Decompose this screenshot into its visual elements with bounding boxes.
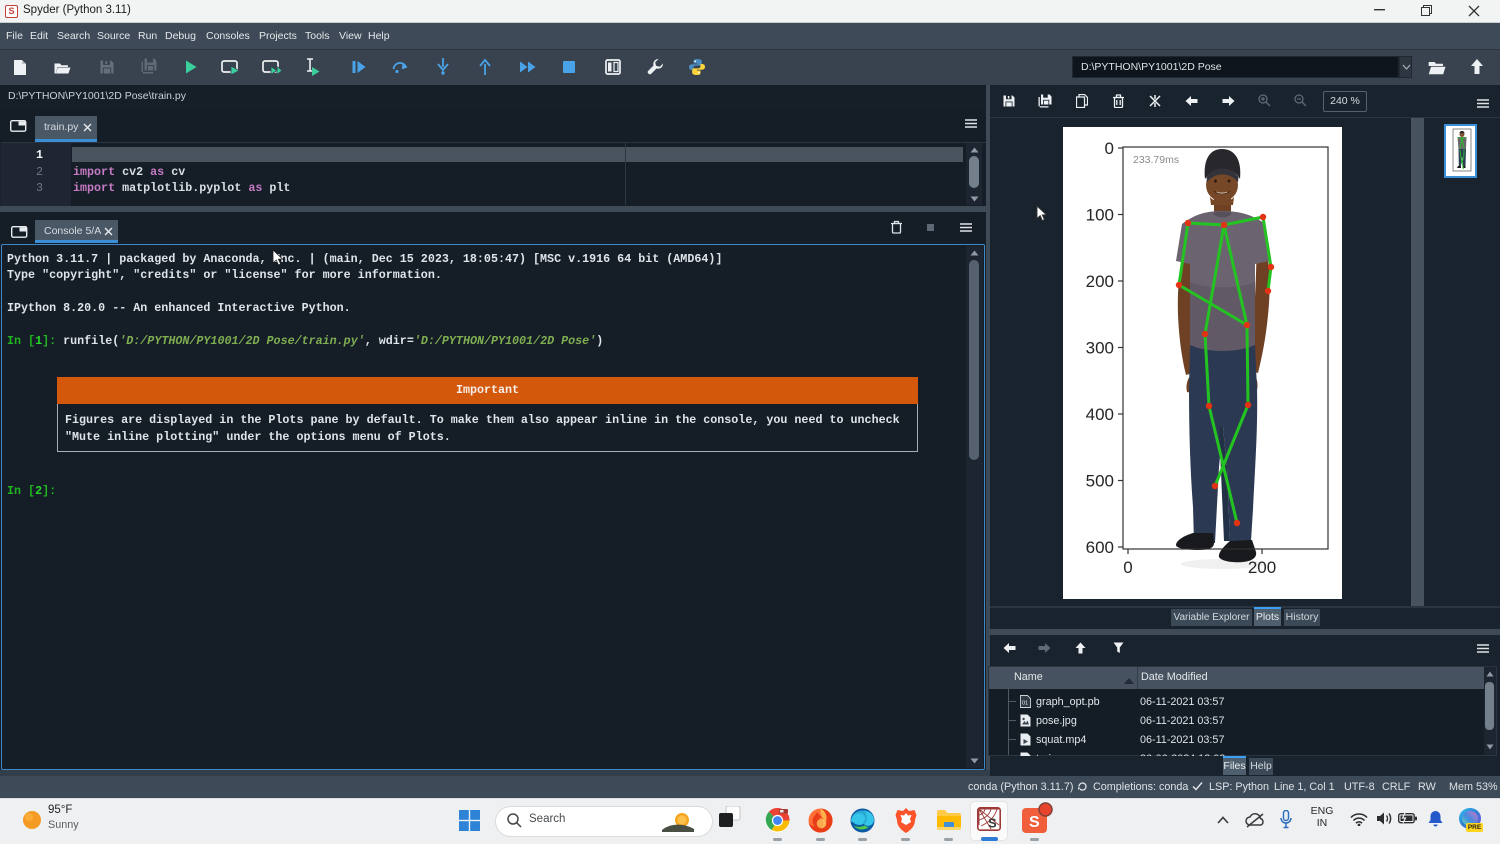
- svg-text:S: S: [988, 816, 997, 831]
